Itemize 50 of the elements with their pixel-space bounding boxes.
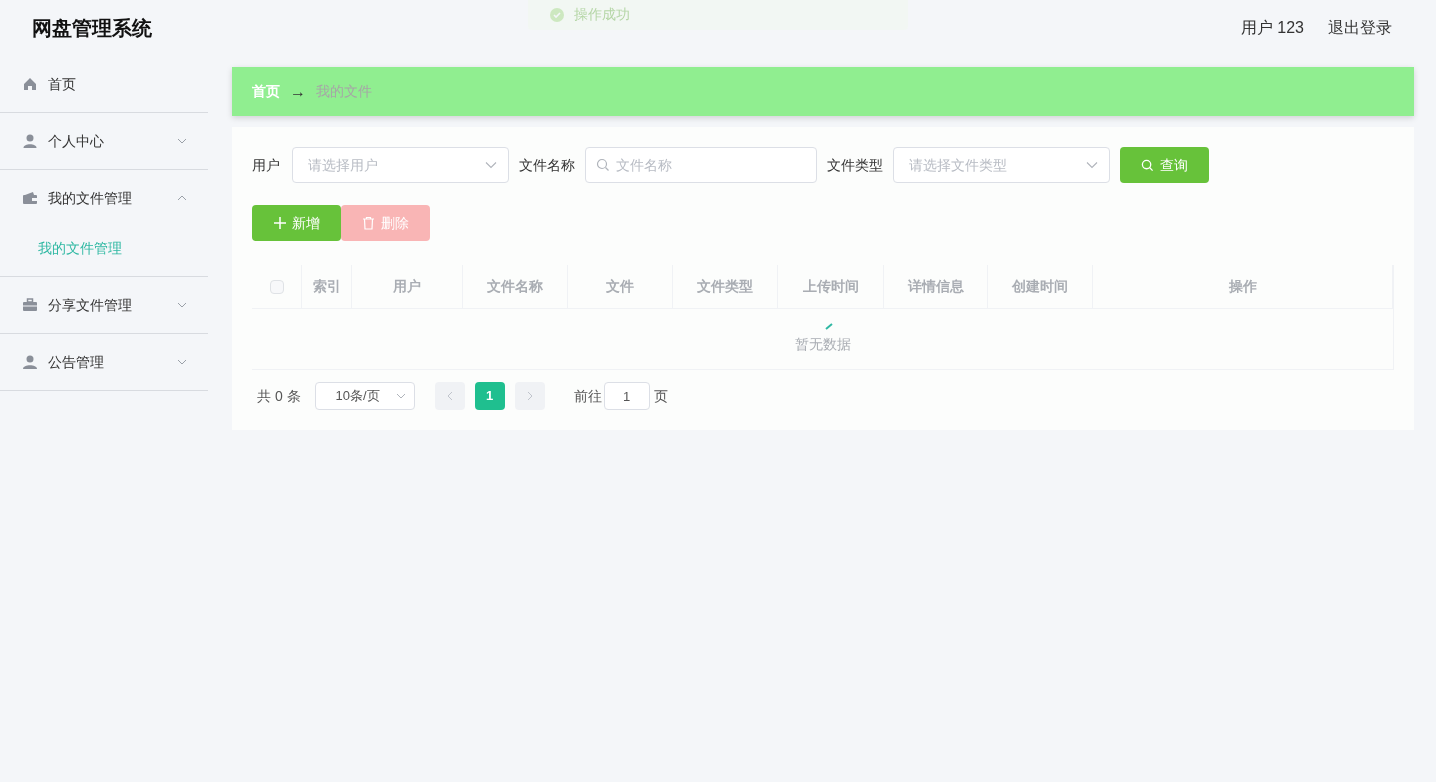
column-header: 文件 xyxy=(568,265,673,308)
goto-suffix: 页 xyxy=(653,386,668,406)
sidebar-item[interactable]: 个人中心 xyxy=(0,113,208,169)
check-icon xyxy=(550,8,564,22)
column-header: 操作 xyxy=(1093,265,1393,308)
chevron-icon xyxy=(1086,161,1098,169)
sidebar-item[interactable]: 首页 xyxy=(0,56,208,112)
trash-icon xyxy=(362,216,375,230)
people-icon xyxy=(22,354,38,370)
previous-page-button[interactable] xyxy=(434,382,465,410)
page-input[interactable]: 1 xyxy=(603,382,650,410)
search-icon xyxy=(596,158,610,172)
chevron-icon xyxy=(485,161,497,169)
toast-message: 操作成功 xyxy=(528,0,908,30)
search-icon xyxy=(1141,158,1154,172)
loading-spinner-icon xyxy=(825,322,833,330)
sidebar-item[interactable]: 我的文件管理 xyxy=(0,170,208,226)
column-header: 创建时间 xyxy=(988,265,1093,308)
wallet-icon xyxy=(22,190,38,206)
select-field[interactable]: 请选择用户 xyxy=(292,147,509,183)
plus-icon xyxy=(273,217,286,229)
column-header: 上传时间 xyxy=(778,265,884,308)
chevron-right-icon xyxy=(526,391,533,401)
arrow-separator: → xyxy=(290,81,306,102)
select-field[interactable]: 请选择文件类型 xyxy=(893,147,1110,183)
filter-label: 用户 xyxy=(252,155,280,175)
column-header: 索引 xyxy=(302,265,352,308)
person-icon xyxy=(22,133,38,149)
filter-label: 文件名称 xyxy=(519,155,575,175)
total-count: 共 0 条 xyxy=(257,386,301,406)
sidebar-item[interactable]: 分享文件管理 xyxy=(0,277,208,333)
sidebar-item[interactable]: 公告管理 xyxy=(0,334,208,390)
logout-link[interactable]: 退出登录 xyxy=(1328,16,1392,40)
briefcase-icon xyxy=(22,297,38,313)
next-page-button[interactable] xyxy=(514,382,545,410)
user-name: 用户 123 xyxy=(1240,18,1304,38)
page-size-select[interactable]: 10条/页 xyxy=(314,382,415,410)
filter-label: 文件类型 xyxy=(827,155,883,175)
column-header: 详情信息 xyxy=(884,265,988,308)
column-header: 文件名称 xyxy=(463,265,568,308)
chevron-icon xyxy=(395,393,406,399)
search-field[interactable]: 文件名称 xyxy=(585,147,817,183)
empty-text: 暂无数据 xyxy=(794,336,851,352)
chevron-left-icon xyxy=(446,391,453,401)
column-header: 文件类型 xyxy=(673,265,778,308)
checkbox[interactable] xyxy=(269,279,284,294)
column-header: 用户 xyxy=(352,265,463,308)
goto-label: 前往 xyxy=(573,386,602,406)
home-icon xyxy=(22,76,38,92)
app-title: 网盘管理系统 xyxy=(32,16,152,41)
